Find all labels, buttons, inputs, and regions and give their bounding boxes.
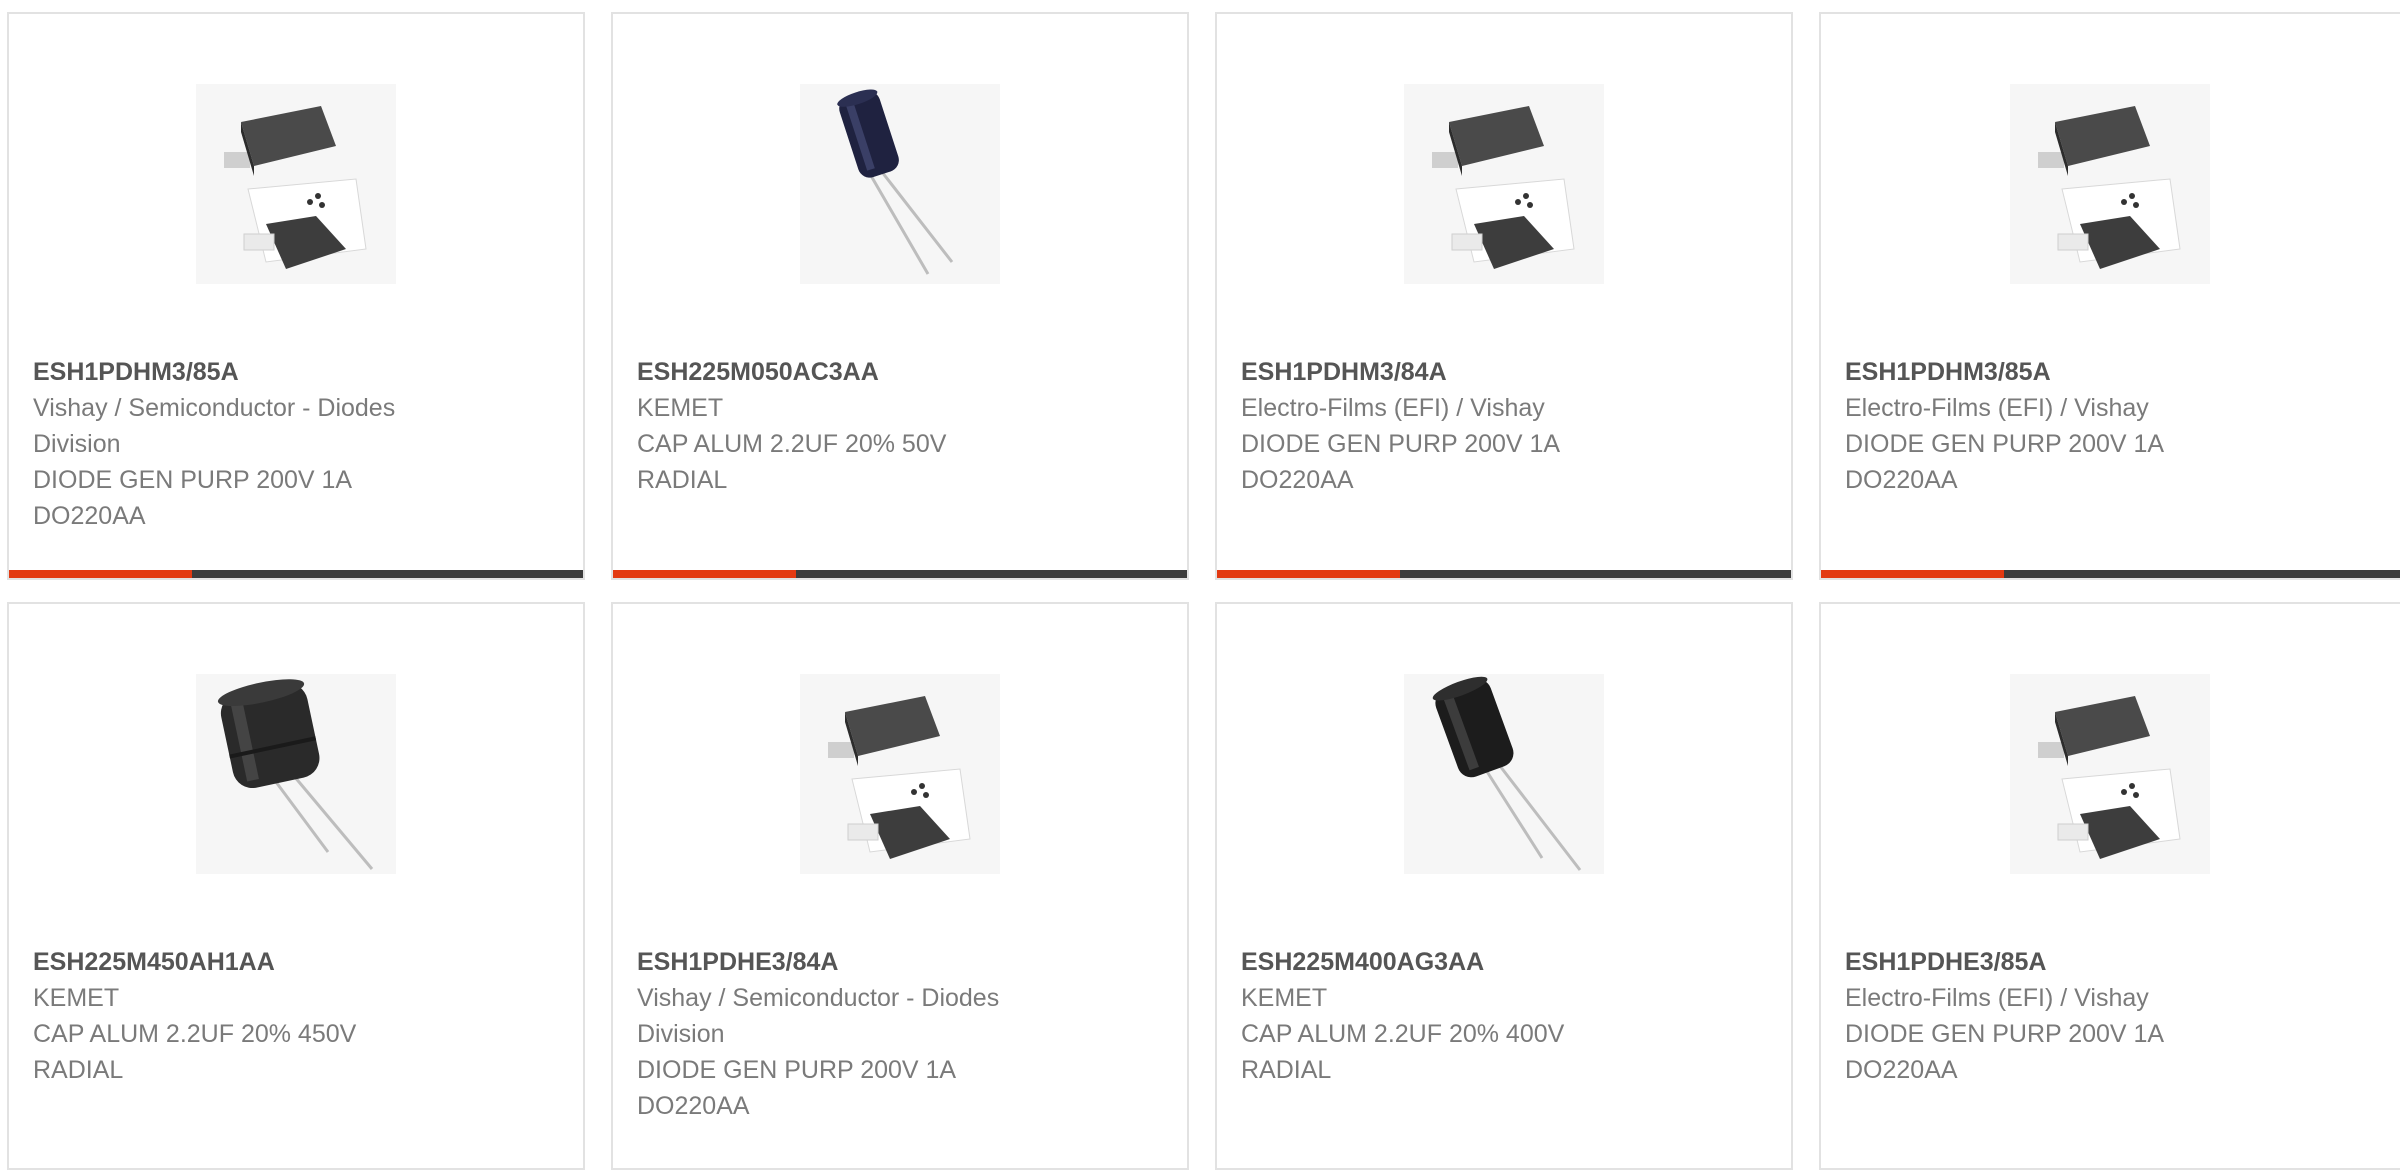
description: CAP ALUM 2.2UF 20% 400V xyxy=(1241,1020,1565,1048)
product-card[interactable]: ESH1PDHE3/84A Vishay / Semiconductor - D… xyxy=(611,602,1189,1170)
package: RADIAL xyxy=(637,466,728,494)
product-card[interactable]: ESH1PDHM3/84A Electro-Films (EFI) / Vish… xyxy=(1215,12,1793,580)
manufacturer: KEMET xyxy=(33,984,120,1012)
diode-package-image xyxy=(800,674,1000,874)
description: DIODE GEN PURP 200V 1A xyxy=(33,466,353,494)
card-accent-bar xyxy=(1217,570,1791,578)
package: RADIAL xyxy=(1241,1056,1332,1084)
part-number[interactable]: ESH1PDHE3/84A xyxy=(637,944,1107,980)
part-number[interactable]: ESH225M050AC3AA xyxy=(637,354,1107,390)
capacitor-slim-image xyxy=(800,84,1000,284)
product-image[interactable] xyxy=(1821,674,2399,874)
package: RADIAL xyxy=(33,1056,124,1084)
product-image[interactable] xyxy=(613,674,1187,874)
package: DO220AA xyxy=(1845,466,1958,494)
manufacturer: Vishay / Semiconductor - Diodes xyxy=(33,394,396,422)
diode-package-image xyxy=(1404,84,1604,284)
manufacturer: Electro-Films (EFI) / Vishay xyxy=(1241,394,1545,422)
card-accent-bar xyxy=(9,570,583,578)
description: DIODE GEN PURP 200V 1A xyxy=(1845,430,2165,458)
capacitor-medium-image xyxy=(1404,674,1604,874)
manufacturer-cont: Division xyxy=(33,430,121,458)
capacitor-wide-image xyxy=(196,674,396,874)
description: CAP ALUM 2.2UF 20% 50V xyxy=(637,430,947,458)
card-accent-bar xyxy=(1821,570,2400,578)
description: DIODE GEN PURP 200V 1A xyxy=(1241,430,1561,458)
product-card[interactable]: ESH1PDHM3/85A Electro-Films (EFI) / Vish… xyxy=(1819,12,2400,580)
package: DO220AA xyxy=(637,1092,750,1120)
product-card[interactable]: ESH225M400AG3AA KEMET CAP ALUM 2.2UF 20%… xyxy=(1215,602,1793,1170)
manufacturer: Vishay / Semiconductor - Diodes xyxy=(637,984,1000,1012)
package: DO220AA xyxy=(1241,466,1354,494)
product-image[interactable] xyxy=(9,84,583,284)
part-number[interactable]: ESH225M400AG3AA xyxy=(1241,944,1711,980)
product-image[interactable] xyxy=(1217,84,1791,284)
product-image[interactable] xyxy=(9,674,583,874)
part-number[interactable]: ESH225M450AH1AA xyxy=(33,944,503,980)
product-card[interactable]: ESH225M450AH1AA KEMET CAP ALUM 2.2UF 20%… xyxy=(7,602,585,1170)
product-image[interactable] xyxy=(613,84,1187,284)
package: DO220AA xyxy=(1845,1056,1958,1084)
manufacturer: KEMET xyxy=(1241,984,1328,1012)
part-number[interactable]: ESH1PDHM3/85A xyxy=(1845,354,2315,390)
product-grid: ESH1PDHM3/85A Vishay / Semiconductor - D… xyxy=(0,0,2400,1170)
part-number[interactable]: ESH1PDHM3/84A xyxy=(1241,354,1711,390)
part-number[interactable]: ESH1PDHM3/85A xyxy=(33,354,503,390)
description: DIODE GEN PURP 200V 1A xyxy=(637,1056,957,1084)
package: DO220AA xyxy=(33,502,146,530)
product-card[interactable]: ESH1PDHE3/85A Electro-Films (EFI) / Vish… xyxy=(1819,602,2400,1170)
manufacturer: Electro-Films (EFI) / Vishay xyxy=(1845,984,2149,1012)
product-card[interactable]: ESH1PDHM3/85A Vishay / Semiconductor - D… xyxy=(7,12,585,580)
manufacturer: KEMET xyxy=(637,394,724,422)
part-number[interactable]: ESH1PDHE3/85A xyxy=(1845,944,2315,980)
description: DIODE GEN PURP 200V 1A xyxy=(1845,1020,2165,1048)
diode-package-image xyxy=(2010,84,2210,284)
manufacturer: Electro-Films (EFI) / Vishay xyxy=(1845,394,2149,422)
product-image[interactable] xyxy=(1821,84,2399,284)
diode-package-image xyxy=(196,84,396,284)
card-accent-bar xyxy=(613,570,1187,578)
description: CAP ALUM 2.2UF 20% 450V xyxy=(33,1020,357,1048)
diode-package-image xyxy=(2010,674,2210,874)
product-image[interactable] xyxy=(1217,674,1791,874)
product-card[interactable]: ESH225M050AC3AA KEMET CAP ALUM 2.2UF 20%… xyxy=(611,12,1189,580)
manufacturer-cont: Division xyxy=(637,1020,725,1048)
